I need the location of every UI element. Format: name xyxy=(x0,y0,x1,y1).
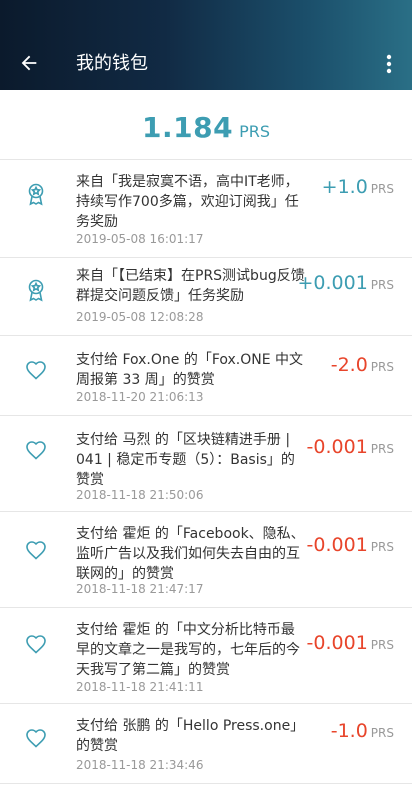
heart-icon xyxy=(24,632,48,656)
transaction-row[interactable]: 支付给 霍炬 的「中文分析比特币最早的文章之一是我写的，七年后的今天我写了第二篇… xyxy=(0,608,412,704)
amount-value: +1.0 xyxy=(321,176,368,198)
transaction-description: 支付给 霍炬 的「中文分析比特币最早的文章之一是我写的，七年后的今天我写了第二篇… xyxy=(76,622,300,678)
amount-value: -0.001 xyxy=(306,534,368,556)
transaction-description: 来自「我是寂寞不语，高中IT老师，持续写作700多篇，欢迎订阅我」任务奖励 xyxy=(76,174,299,230)
balance-unit: PRS xyxy=(239,122,270,141)
transaction-description: 支付给 Fox.One 的「Fox.ONE 中文周报第 33 周」的赞赏 xyxy=(76,352,304,388)
heart-icon xyxy=(24,358,48,382)
transaction-list: 来自「我是寂寞不语，高中IT老师，持续写作700多篇，欢迎订阅我」任务奖励 201… xyxy=(0,160,412,784)
transaction-row[interactable]: 支付给 张鹏 的「Hello Press.one」的赞赏 2018-11-18 2… xyxy=(0,704,412,784)
balance-amount: 1.184 xyxy=(142,111,234,144)
amount-unit: PRS xyxy=(370,540,394,554)
amount-unit: PRS xyxy=(370,360,394,374)
transaction-description: 来自「【已结束】在PRS测试bug反馈群提交问题反馈」任务奖励 xyxy=(76,268,305,304)
amount-value: -0.001 xyxy=(306,632,368,654)
heart-icon xyxy=(24,538,48,562)
award-icon xyxy=(24,278,48,302)
transaction-description: 支付给 霍炬 的「Facebook、隐私、监听广告以及我们如何失去自由的互联网的… xyxy=(76,526,305,582)
amount-unit: PRS xyxy=(370,182,394,196)
transaction-time: 2018-11-18 21:47:17 xyxy=(76,582,204,596)
transaction-time: 2019-05-08 16:01:17 xyxy=(76,232,204,246)
transaction-time: 2019-05-08 12:08:28 xyxy=(76,310,204,324)
wallet-balance: 1.184 PRS xyxy=(0,90,412,160)
transaction-time: 2018-11-18 21:50:06 xyxy=(76,488,204,502)
amount-value: -2.0 xyxy=(330,354,368,376)
heart-icon xyxy=(24,438,48,462)
transaction-amount: +1.0 PRS xyxy=(322,176,394,198)
amount-unit: PRS xyxy=(370,726,394,740)
transaction-row[interactable]: 支付给 霍炬 的「Facebook、隐私、监听广告以及我们如何失去自由的互联网的… xyxy=(0,512,412,608)
back-arrow-icon[interactable] xyxy=(18,52,40,74)
transaction-amount: -0.001 PRS xyxy=(307,632,394,654)
transaction-amount: +0.001 PRS xyxy=(297,272,394,294)
transaction-row[interactable]: 支付给 Fox.One 的「Fox.ONE 中文周报第 33 周」的赞赏 2018… xyxy=(0,336,412,416)
transaction-amount: -1.0 PRS xyxy=(331,720,394,742)
amount-unit: PRS xyxy=(370,442,394,456)
transaction-time: 2018-11-18 21:34:46 xyxy=(76,758,204,772)
more-options-icon[interactable] xyxy=(386,54,392,74)
transaction-description: 支付给 张鹏 的「Hello Press.one」的赞赏 xyxy=(76,718,305,754)
transaction-row[interactable]: 来自「我是寂寞不语，高中IT老师，持续写作700多篇，欢迎订阅我」任务奖励 201… xyxy=(0,160,412,258)
amount-value: +0.001 xyxy=(297,272,368,294)
transaction-amount: -2.0 PRS xyxy=(331,354,394,376)
transaction-row[interactable]: 来自「【已结束】在PRS测试bug反馈群提交问题反馈」任务奖励 2019-05-0… xyxy=(0,258,412,336)
transaction-amount: -0.001 PRS xyxy=(307,436,394,458)
award-icon xyxy=(24,182,48,206)
amount-unit: PRS xyxy=(370,278,394,292)
page-title: 我的钱包 xyxy=(76,53,148,74)
amount-value: -1.0 xyxy=(330,720,368,742)
transaction-description: 支付给 马烈 的「区块链精进手册 | 041 | 稳定币专题（5）：Basis」… xyxy=(76,432,295,488)
transaction-amount: -0.001 PRS xyxy=(307,534,394,556)
app-bar: 我的钱包 xyxy=(0,0,412,90)
heart-icon xyxy=(24,726,48,750)
transaction-time: 2018-11-18 21:41:11 xyxy=(76,680,204,694)
transaction-row[interactable]: 支付给 马烈 的「区块链精进手册 | 041 | 稳定币专题（5）：Basis」… xyxy=(0,416,412,512)
transaction-time: 2018-11-20 21:06:13 xyxy=(76,390,204,404)
amount-value: -0.001 xyxy=(306,436,368,458)
amount-unit: PRS xyxy=(370,638,394,652)
